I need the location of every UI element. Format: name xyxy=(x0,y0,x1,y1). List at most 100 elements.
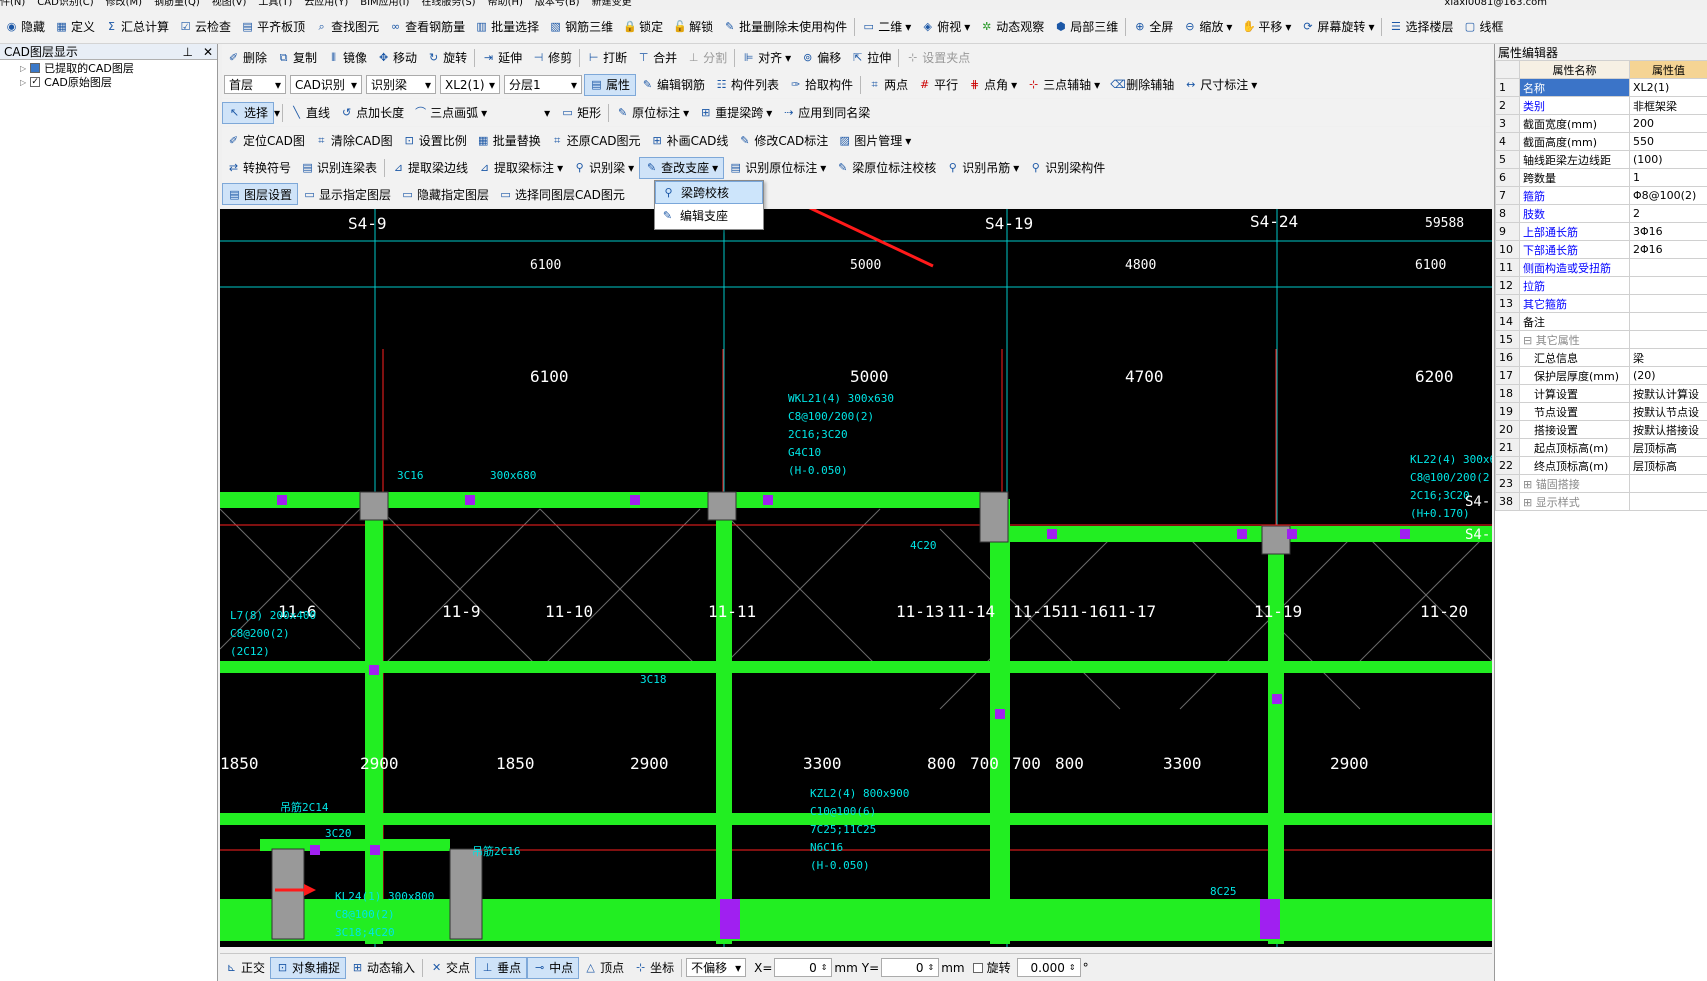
property-value[interactable] xyxy=(1629,312,1707,331)
line-button[interactable]: ╲ 直线 xyxy=(285,102,335,124)
tree-item-extracted-layers[interactable]: ▷ 已提取的CAD图层 xyxy=(0,61,217,75)
top-view-button[interactable]: ◈ 俯视 ▾ xyxy=(916,16,975,38)
property-row[interactable]: 19 节点设置 按默认节点设 xyxy=(1495,402,1707,421)
offset-button[interactable]: ⊚ 偏移 xyxy=(796,47,846,69)
property-row[interactable]: 17 保护层厚度(mm) (20) xyxy=(1495,366,1707,385)
component-list-button[interactable]: ☷ 构件列表 xyxy=(710,74,784,96)
tree-item-original-layers[interactable]: ▷ ✓ CAD原始图层 xyxy=(0,75,217,89)
2d-button[interactable]: ▭ 二维 ▾ xyxy=(857,16,916,38)
property-row[interactable]: 1 名称 XL2(1) xyxy=(1495,78,1707,97)
property-value[interactable]: (20) xyxy=(1629,366,1707,385)
property-row[interactable]: 22 终点顶标高(m) 层顶标高 xyxy=(1495,456,1707,475)
menu-bim[interactable]: BIM应用(I) xyxy=(360,0,409,8)
checkbox-original[interactable]: ✓ xyxy=(30,77,41,87)
three-point-axis-button[interactable]: ⊹ 三点辅轴 ▾ xyxy=(1022,74,1105,96)
menu-tools[interactable]: 工具(T) xyxy=(258,0,292,8)
menu-cad[interactable]: CAD识别(C) xyxy=(37,0,93,8)
stretch-button[interactable]: ⇱ 拉伸 xyxy=(846,47,896,69)
beam-label-check-button[interactable]: ✎ 梁原位标注校核 xyxy=(831,157,941,179)
fullscreen-button[interactable]: ⊕ 全屏 xyxy=(1128,16,1178,38)
property-row[interactable]: 15 ⊟ 其它属性 xyxy=(1495,330,1707,349)
pin-icon[interactable]: ⊥ xyxy=(182,45,192,59)
coordinate-toggle[interactable]: ⊹ 坐标 xyxy=(629,957,679,979)
rebar-3d-button[interactable]: ▧ 钢筋三维 xyxy=(544,16,618,38)
property-row[interactable]: 9 上部通长筋 3Φ16 xyxy=(1495,222,1707,241)
property-value[interactable]: 200 xyxy=(1629,114,1707,133)
apply-same-beam-button[interactable]: ⇢ 应用到同名梁 xyxy=(777,102,875,124)
define-button[interactable]: ▦ 定义 xyxy=(50,16,100,38)
property-row[interactable]: 18 计算设置 按默认计算设 xyxy=(1495,384,1707,403)
view-rebar-qty-button[interactable]: ∞ 查看钢筋量 xyxy=(384,16,470,38)
local-3d-button[interactable]: ⬢ 局部三维 xyxy=(1049,16,1123,38)
three-point-arc-button[interactable]: ⌒ 三点画弧 ▾ xyxy=(409,102,492,124)
property-row[interactable]: 23 ⊞ 锚固搭接 xyxy=(1495,474,1707,493)
user-account[interactable]: xiaxi0081@163.com xyxy=(1444,0,1547,8)
expand-icon[interactable]: ▷ xyxy=(20,78,26,87)
property-row[interactable]: 7 箍筋 Φ8@100(2) xyxy=(1495,186,1707,205)
set-scale-button[interactable]: ⊡ 设置比例 xyxy=(398,130,472,152)
split-button[interactable]: ⊥ 分割 xyxy=(682,47,732,69)
extract-beam-label-button[interactable]: ⊿ 提取梁标注 ▾ xyxy=(473,157,568,179)
select-button[interactable]: ↖ 选择 xyxy=(222,101,275,124)
property-value[interactable]: 2 xyxy=(1629,204,1707,223)
property-value[interactable] xyxy=(1629,276,1707,295)
property-row[interactable]: 13 其它箍筋 xyxy=(1495,294,1707,313)
property-row[interactable]: 8 肢数 2 xyxy=(1495,204,1707,223)
property-row[interactable]: 38 ⊞ 显示样式 xyxy=(1495,492,1707,511)
property-row[interactable]: 5 轴线距梁左边线距 (100) xyxy=(1495,150,1707,169)
property-value[interactable] xyxy=(1629,474,1707,493)
floor-select[interactable]: 首层 ▾ xyxy=(224,75,286,94)
property-row[interactable]: 16 汇总信息梁 xyxy=(1495,348,1707,367)
property-value[interactable]: 2Φ16 xyxy=(1629,240,1707,259)
summary-calc-button[interactable]: Σ 汇总计算 xyxy=(100,16,174,38)
property-row[interactable]: 11 侧面构造或受扭筋 xyxy=(1495,258,1707,277)
edit-rebar-button[interactable]: ✎ 编辑钢筋 xyxy=(636,74,710,96)
property-value[interactable] xyxy=(1629,330,1707,349)
property-row[interactable]: 2 类别 非框架梁 xyxy=(1495,96,1707,115)
delete-axis-button[interactable]: ⌫ 删除辅轴 xyxy=(1105,74,1179,96)
midpoint-toggle[interactable]: ⊸ 中点 xyxy=(527,956,580,979)
break-button[interactable]: ⊢ 打断 xyxy=(582,47,632,69)
properties-button[interactable]: ▤ 属性 xyxy=(584,73,637,96)
property-row[interactable]: 3 截面宽度(mm) 200 xyxy=(1495,114,1707,133)
extend-button[interactable]: ⇥ 延伸 xyxy=(477,47,527,69)
property-value[interactable]: 层顶标高 xyxy=(1629,438,1707,457)
vertex-toggle[interactable]: △ 顶点 xyxy=(579,957,629,979)
recognize-beam-button[interactable]: ⚲ 识别梁 ▾ xyxy=(568,157,639,179)
y-input[interactable]: 0 ⇕ xyxy=(881,958,940,977)
spinner-icon[interactable]: ⇕ xyxy=(927,963,934,972)
checkbox-extracted[interactable] xyxy=(30,63,41,73)
property-value[interactable] xyxy=(1629,258,1707,277)
offset-select[interactable]: 不偏移 ▾ xyxy=(686,958,747,977)
set-grip-button[interactable]: ⊹ 设置夹点 xyxy=(901,47,975,69)
property-value[interactable]: 非框架梁 xyxy=(1629,96,1707,115)
object-snap-toggle[interactable]: ⊡ 对象捕捉 xyxy=(270,956,347,979)
property-value[interactable]: 1 xyxy=(1629,168,1707,187)
menu-modify[interactable]: 修改(M) xyxy=(106,0,142,8)
restore-cad-button[interactable]: ⌗ 还原CAD图元 xyxy=(546,130,646,152)
property-value[interactable]: (100) xyxy=(1629,150,1707,169)
recognize-coupling-beam-button[interactable]: ▤ 识别连梁表 xyxy=(296,157,382,179)
redraw-cad-line-button[interactable]: ⊞ 补画CAD线 xyxy=(646,130,734,152)
select-floor-button[interactable]: ☰ 选择楼层 xyxy=(1384,16,1458,38)
hide-button[interactable]: ◉ 隐藏 xyxy=(0,16,50,38)
menu-rebar[interactable]: 钢筋量(Q) xyxy=(154,0,200,8)
spinner-icon[interactable]: ⇕ xyxy=(1069,963,1076,972)
menu-file[interactable]: 件(N) xyxy=(0,0,25,8)
point-angle-button[interactable]: ⋕ 点角 ▾ xyxy=(963,74,1022,96)
property-value[interactable]: 按默认节点设 xyxy=(1629,402,1707,421)
modify-cad-label-button[interactable]: ✎ 修改CAD标注 xyxy=(733,130,833,152)
two-point-button[interactable]: ⌗ 两点 xyxy=(863,74,913,96)
show-layer-button[interactable]: ▭ 显示指定图层 xyxy=(298,183,396,205)
dynamic-input-toggle[interactable]: ⊞ 动态输入 xyxy=(346,957,420,979)
select-same-layer-button[interactable]: ▭ 选择同图层CAD图元 xyxy=(494,183,630,205)
batch-replace-button[interactable]: ▦ 批量替换 xyxy=(472,130,546,152)
property-value[interactable]: XL2(1) xyxy=(1629,78,1707,97)
layer-select[interactable]: 分层1 ▾ xyxy=(504,75,582,94)
locate-cad-button[interactable]: ✐ 定位CAD图 xyxy=(222,130,310,152)
property-value[interactable] xyxy=(1629,492,1707,511)
property-row[interactable]: 12 拉筋 xyxy=(1495,276,1707,295)
rotate-checkbox[interactable] xyxy=(972,962,983,973)
menu-item-edit-support[interactable]: ✎ 编辑支座 xyxy=(655,204,763,227)
screen-rotate-button[interactable]: ⟳ 屏幕旋转 ▾ xyxy=(1296,16,1379,38)
